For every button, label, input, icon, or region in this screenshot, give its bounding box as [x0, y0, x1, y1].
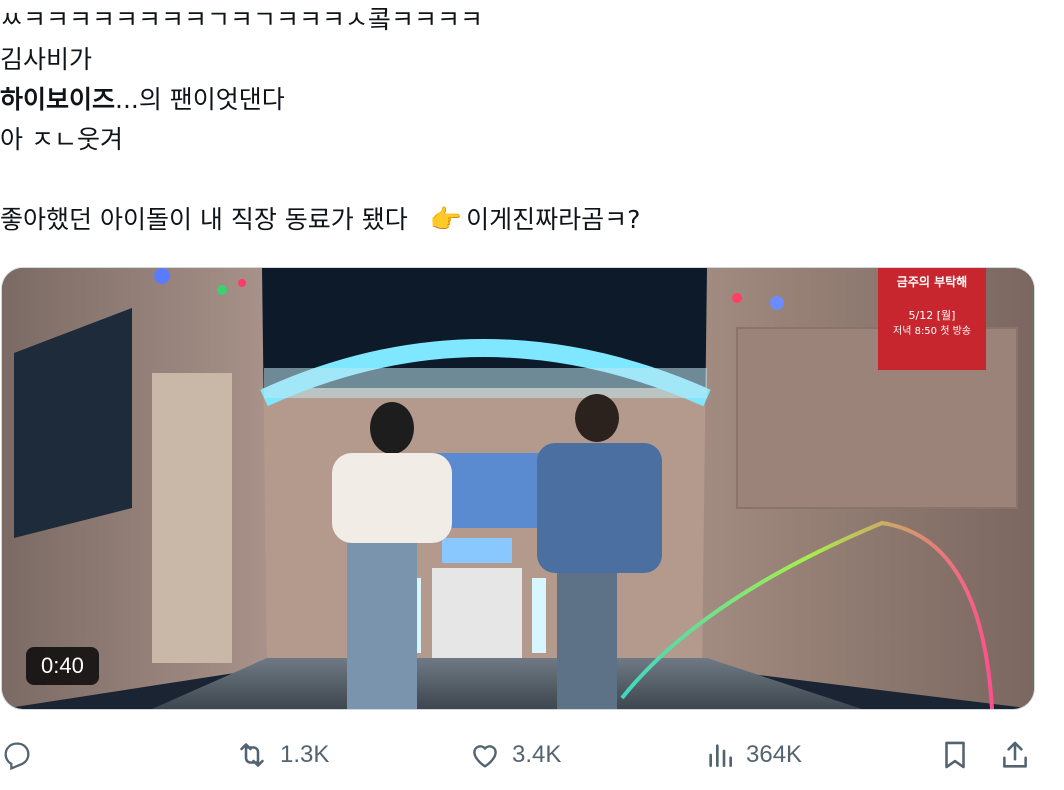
tweet-line-1: ㅆㅋㅋㅋㅋㅋㅋㅋㅋㄱㅋㄱㅋㅋㅋㅅ콬ㅋㅋㅋㅋ [0, 5, 484, 34]
video-player[interactable]: 금주의 부탁해 5/12 [월] 저녁 8:50 첫 방송 0:40 [1, 267, 1035, 710]
views-button[interactable]: 364K [704, 730, 802, 780]
reply-button[interactable] [0, 730, 44, 780]
tweet-line-4: 아 ㅈㄴ웃겨 [0, 125, 123, 154]
share-button[interactable] [998, 730, 1032, 780]
tweet-text: ㅆㅋㅋㅋㅋㅋㅋㅋㅋㄱㅋㄱㅋㅋㅋㅅ콬ㅋㅋㅋㅋ 김사비가 하이보이즈...의 팬이엇… [0, 0, 1040, 240]
views-count: 364K [746, 741, 803, 768]
tweet-action-bar: 1.3K 3.4K 364K [0, 730, 1040, 780]
retweet-icon [240, 743, 264, 767]
promo-time: 저녁 8:50 첫 방송 [893, 326, 971, 337]
tweet-line-3-rest: ...의 팬이엇댄다 [115, 85, 285, 114]
bar-chart-icon [709, 744, 732, 767]
bookmark-button[interactable] [938, 730, 972, 780]
pointing-hand-icon: 👉 [429, 205, 463, 235]
retweet-count: 1.3K [280, 741, 330, 768]
share-icon [1003, 741, 1027, 768]
tweet-line-6-text: 좋아했던 아이돌이 내 직장 동료가 됐다 [0, 205, 408, 234]
reply-icon [4, 742, 30, 771]
bookmark-icon [945, 741, 965, 769]
tweet-line-6: 좋아했던 아이돌이 내 직장 동료가 됐다 👉 이게진짜라곰ㅋ? [0, 200, 1040, 240]
retweet-button[interactable]: 1.3K [234, 730, 329, 780]
bold-name: 하이보이즈 [0, 85, 116, 114]
tweet-line-2: 김사비가 [0, 45, 93, 74]
promo-date: 5/12 [월] [908, 309, 956, 322]
tweet-line-3: 하이보이즈...의 팬이엇댄다 [0, 80, 1040, 120]
tweet-line-6-suffix: 이게진짜라곰ㅋ? [466, 205, 641, 234]
like-button[interactable]: 3.4K [468, 730, 561, 780]
like-count: 3.4K [512, 741, 562, 768]
promo-title: 금주의 부탁해 [896, 275, 968, 289]
heart-icon [473, 745, 497, 768]
promo-badge: 금주의 부탁해 5/12 [월] 저녁 8:50 첫 방송 [878, 268, 986, 370]
video-duration-badge: 0:40 [26, 647, 99, 685]
